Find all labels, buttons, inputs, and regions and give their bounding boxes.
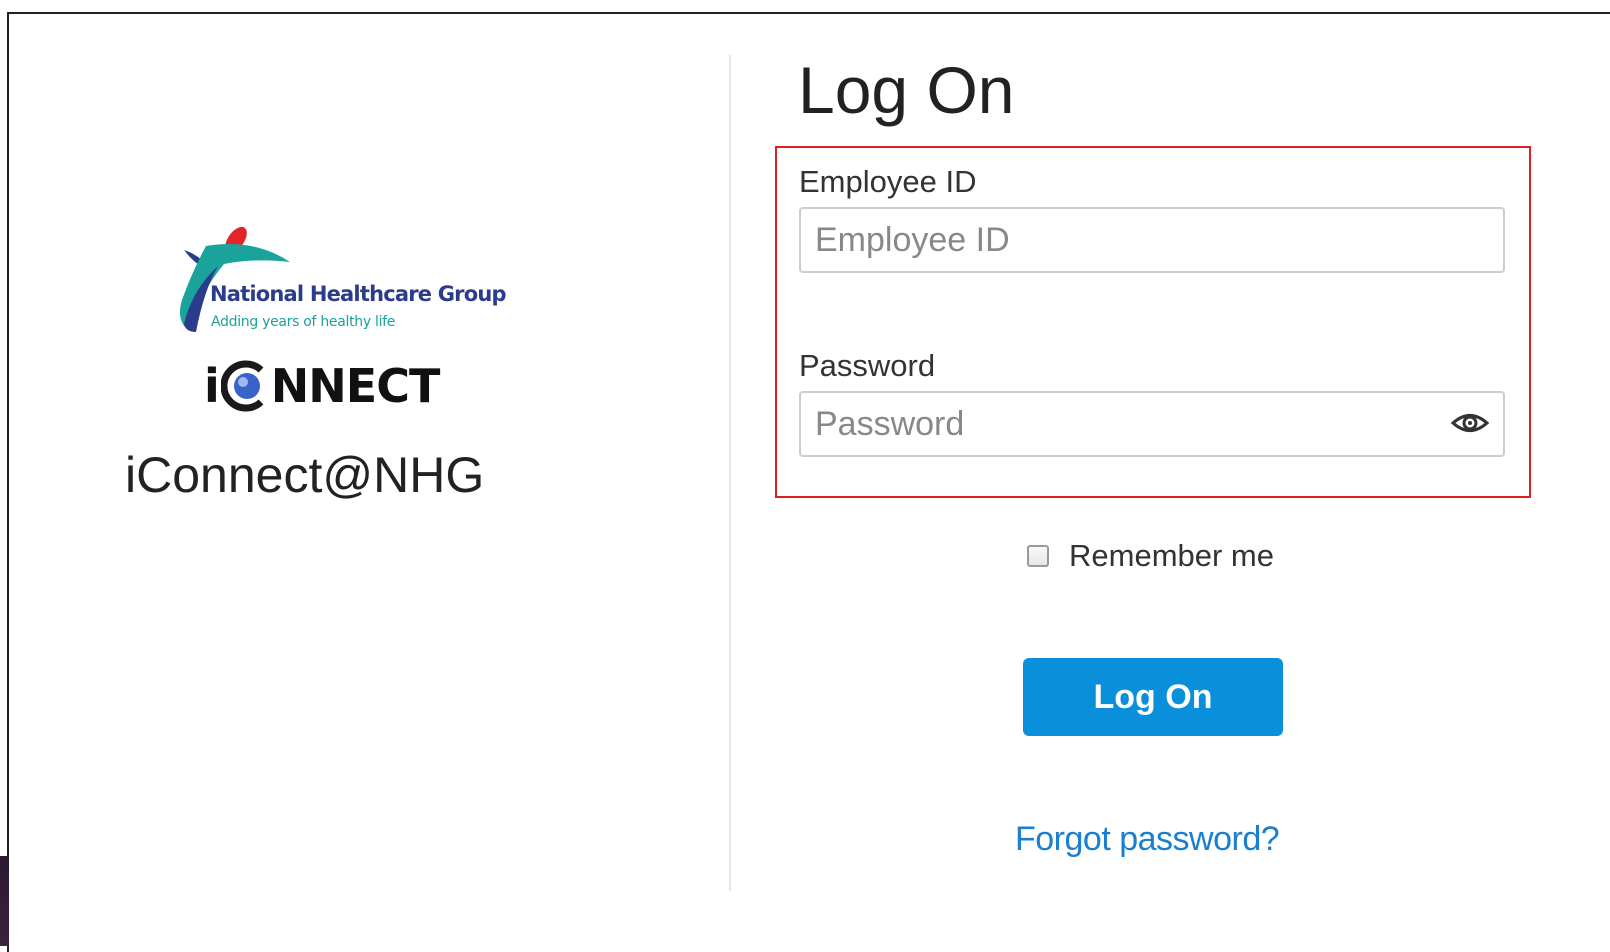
forgot-password-link[interactable]: Forgot password? (1015, 820, 1280, 859)
iconnect-logo-suffix: NNECT (270, 359, 441, 413)
app-title: iConnect@NHG (125, 447, 485, 503)
employee-id-label: Employee ID (799, 164, 977, 199)
background-edge (0, 856, 9, 946)
log-on-button[interactable]: Log On (1023, 658, 1283, 736)
employee-id-input[interactable] (799, 207, 1505, 273)
org-name: National Healthcare Group (210, 282, 507, 306)
remember-me-checkbox[interactable] (1027, 545, 1049, 567)
globe-icon (220, 360, 264, 412)
panel-divider (729, 55, 731, 891)
remember-me-label[interactable]: Remember me (1069, 538, 1274, 574)
remember-me[interactable]: Remember me (1027, 538, 1274, 574)
password-input[interactable] (799, 391, 1505, 457)
iconnect-logo-prefix: i (204, 359, 220, 413)
iconnect-logo: i NNECT (204, 356, 441, 416)
page-title: Log On (798, 53, 1015, 127)
org-tagline: Adding years of healthy life (211, 314, 396, 330)
eye-icon[interactable] (1450, 406, 1490, 440)
password-label: Password (799, 348, 936, 383)
